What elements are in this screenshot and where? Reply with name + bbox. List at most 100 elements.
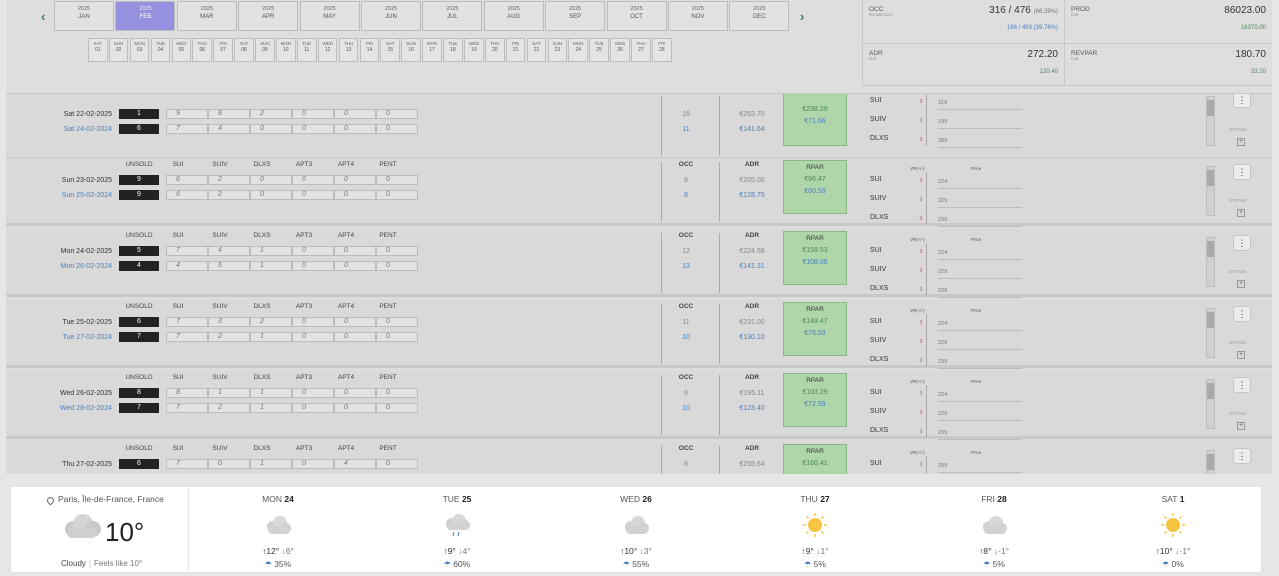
month-apr[interactable]: 2025 APR [238, 1, 299, 31]
row-menu-button[interactable]: ⋮ [1233, 448, 1251, 464]
inventory-dlxs[interactable]: 2 [250, 317, 292, 327]
day-09[interactable]: SUN 09 [255, 38, 275, 62]
day-03[interactable]: MON 03 [129, 38, 150, 62]
row-menu-button[interactable]: ⋮ [1233, 306, 1251, 322]
day-22[interactable]: SAT 22 [526, 38, 547, 62]
price-value[interactable]: 229 [938, 340, 947, 346]
prev-month-button[interactable]: ‹ [41, 9, 45, 24]
inventory-suiv[interactable]: 2 [208, 190, 250, 200]
month-oct[interactable]: 2025 OCT [606, 1, 667, 31]
price-value[interactable]: 239 [938, 217, 947, 223]
price-value[interactable]: 239 [938, 430, 947, 436]
expand-plus-icon[interactable]: + [1237, 280, 1245, 288]
inventory-sui[interactable]: 7 [166, 317, 208, 327]
month-jul[interactable]: 2025 JUL [422, 1, 483, 31]
day-14[interactable]: FRI 14 [359, 38, 380, 62]
day-06[interactable]: THU 06 [192, 38, 213, 62]
price-value[interactable]: 219 [938, 100, 947, 106]
month-jun[interactable]: 2025 JUN [360, 1, 421, 31]
inventory-dlxs[interactable]: 1 [250, 388, 292, 398]
expand-plus-icon[interactable]: + [1237, 351, 1245, 359]
inventory-apt4[interactable]: 0 [334, 246, 376, 256]
inventory-suiv[interactable]: 5 [208, 261, 250, 271]
row-menu-button[interactable]: ⋮ [1233, 377, 1251, 393]
price-value[interactable]: 289 [938, 138, 947, 144]
inventory-apt4[interactable]: 0 [334, 388, 376, 398]
inventory-dlxs[interactable]: 1 [250, 261, 292, 271]
day-15[interactable]: SAT 15 [380, 38, 401, 62]
inventory-pent[interactable]: 0 [376, 332, 418, 342]
price-value[interactable]: 239 [938, 359, 947, 365]
inventory-apt3[interactable]: 0 [292, 459, 334, 469]
inventory-apt3[interactable]: 0 [292, 175, 334, 185]
scroll-thumb[interactable] [1207, 312, 1214, 328]
inventory-apt4[interactable]: 0 [334, 317, 376, 327]
price-value[interactable]: 299 [938, 463, 947, 469]
inventory-pent[interactable]: 0 [376, 190, 418, 200]
inventory-suiv[interactable]: 1 [208, 388, 250, 398]
inventory-dlxs[interactable]: 0 [250, 175, 292, 185]
day-18[interactable]: TUE 18 [443, 38, 463, 62]
price-value[interactable]: 224 [938, 179, 947, 185]
expand-plus-icon[interactable]: + [1237, 138, 1245, 146]
day-23[interactable]: SUN 23 [547, 38, 568, 62]
day-17[interactable]: MON 17 [422, 38, 442, 62]
inventory-sui[interactable]: 7 [166, 403, 208, 413]
inventory-suiv[interactable]: 4 [208, 246, 250, 256]
price-value[interactable]: 239 [938, 288, 947, 294]
price-value[interactable]: 224 [938, 392, 947, 398]
month-nov[interactable]: 2025 NOV [667, 1, 728, 31]
inventory-sui[interactable]: 7 [166, 124, 208, 134]
inventory-sui[interactable]: 7 [166, 246, 208, 256]
inventory-pent[interactable]: 0 [376, 246, 418, 256]
price-value[interactable]: 224 [938, 250, 947, 256]
day-11[interactable]: TUE 11 [296, 38, 317, 62]
month-sep[interactable]: 2025 SEP [545, 1, 606, 31]
inventory-pent[interactable]: 0 [376, 403, 418, 413]
inventory-suiv[interactable]: 2 [208, 175, 250, 185]
expand-plus-icon[interactable]: + [1237, 209, 1245, 217]
inventory-dlxs[interactable]: 2 [250, 109, 292, 119]
inventory-sui[interactable]: 4 [166, 261, 208, 271]
price-value[interactable]: 224 [938, 321, 947, 327]
day-10[interactable]: MON 10 [276, 38, 296, 62]
month-dec[interactable]: 2025 DEC [729, 1, 790, 31]
month-may[interactable]: 2025 MAY [299, 1, 360, 31]
day-07[interactable]: FRI 07 [213, 38, 233, 62]
inventory-pent[interactable]: 0 [376, 124, 418, 134]
scroll-thumb[interactable] [1207, 170, 1214, 186]
inventory-apt4[interactable]: 0 [334, 261, 376, 271]
inventory-pent[interactable]: 0 [376, 388, 418, 398]
month-aug[interactable]: 2025 AUG [483, 1, 544, 31]
inventory-pent[interactable]: 0 [376, 317, 418, 327]
day-05[interactable]: WED 05 [171, 38, 192, 62]
scroll-thumb[interactable] [1207, 454, 1214, 470]
inventory-apt3[interactable]: 0 [292, 124, 334, 134]
day-01[interactable]: SAT 01 [88, 38, 108, 62]
day-13[interactable]: THU 13 [338, 38, 359, 62]
expand-plus-icon[interactable]: + [1237, 422, 1245, 430]
day-26[interactable]: WED 26 [610, 38, 630, 62]
inventory-apt4[interactable]: 0 [334, 124, 376, 134]
inventory-apt4[interactable]: 4 [334, 459, 376, 469]
day-24[interactable]: MON 24 [568, 38, 589, 62]
price-value[interactable]: 229 [938, 198, 947, 204]
day-04[interactable]: TUE 04 [150, 38, 171, 62]
scroll-thumb[interactable] [1207, 100, 1214, 116]
scroll-thumb[interactable] [1207, 241, 1214, 257]
inventory-dlxs[interactable]: 1 [250, 332, 292, 342]
day-08[interactable]: SAT 08 [234, 38, 254, 62]
month-jan[interactable]: 2025 JAN [54, 1, 114, 31]
inventory-dlxs[interactable]: 0 [250, 124, 292, 134]
price-value[interactable]: 229 [938, 411, 947, 417]
day-12[interactable]: WED 12 [317, 38, 338, 62]
inventory-suiv[interactable]: 2 [208, 332, 250, 342]
inventory-dlxs[interactable]: 1 [250, 246, 292, 256]
day-28[interactable]: FRI 28 [652, 38, 672, 62]
inventory-suiv[interactable]: 4 [208, 124, 250, 134]
inventory-apt3[interactable]: 0 [292, 317, 334, 327]
day-19[interactable]: WED 19 [464, 38, 484, 62]
inventory-sui[interactable]: 7 [166, 459, 208, 469]
scroll-thumb[interactable] [1207, 383, 1214, 399]
inventory-suiv[interactable]: 2 [208, 403, 250, 413]
